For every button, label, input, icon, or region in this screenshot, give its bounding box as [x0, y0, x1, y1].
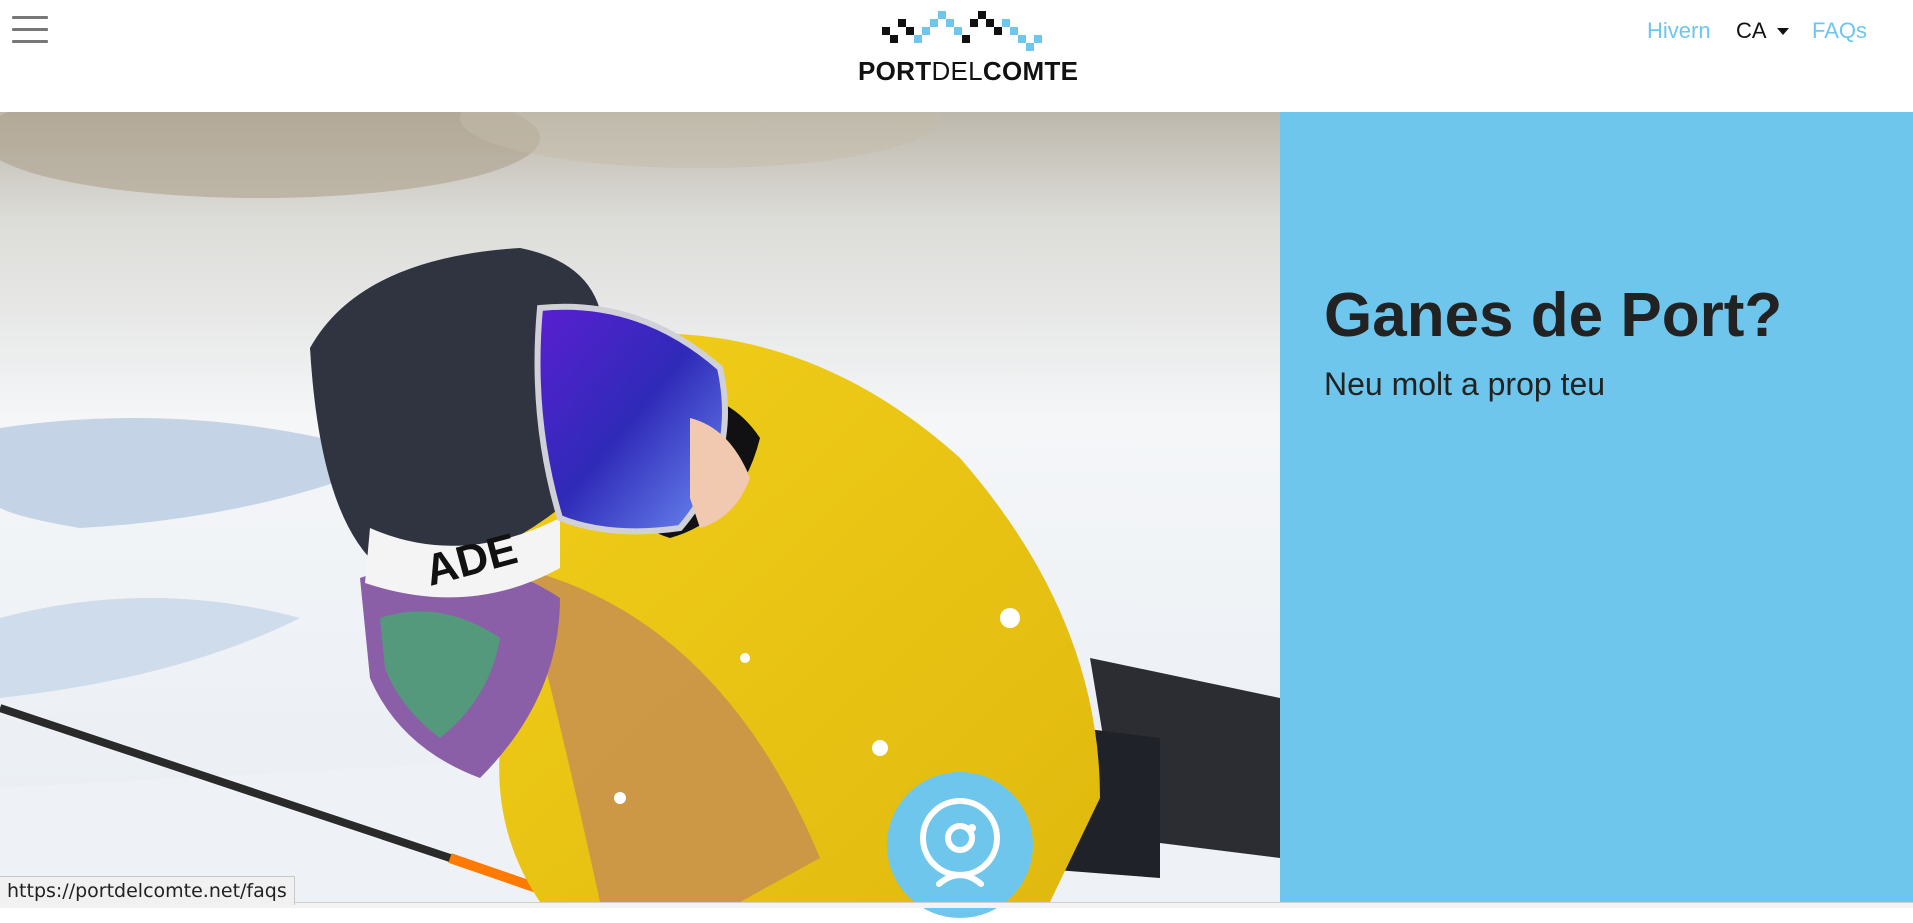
logo-part-comte: COMTE — [982, 56, 1079, 86]
mountain-pixels-icon — [882, 11, 1042, 51]
hamburger-menu-icon[interactable] — [12, 14, 48, 46]
caret-down-icon — [1776, 27, 1789, 35]
skier-photo: ADE — [0, 98, 1280, 902]
webcam-icon — [920, 798, 1000, 887]
hero-title: Ganes de Port? — [1324, 281, 1783, 350]
logo[interactable]: PORTDELCOMTE — [858, 4, 1078, 87]
logo-wordmark: PORTDELCOMTE — [858, 56, 1078, 87]
webcam-button[interactable] — [887, 772, 1033, 918]
nav-link-winter[interactable]: Hivern — [1647, 16, 1711, 46]
skier-illustration: ADE — [0, 98, 1280, 902]
logo-part-port: PORT — [858, 56, 932, 86]
language-selector[interactable]: CA — [1736, 16, 1789, 46]
nav-link-faqs[interactable]: FAQs — [1812, 16, 1867, 46]
logo-part-del: DEL — [931, 56, 983, 86]
browser-status-bar: https://portdelcomte.net/faqs — [0, 876, 295, 905]
hero-subtitle: Neu molt a prop teu — [1324, 366, 1606, 402]
torn-paper-edge — [0, 90, 1913, 106]
hero-panel: Ganes de Port? Neu molt a prop teu — [1280, 98, 1913, 902]
language-label: CA — [1736, 18, 1767, 43]
